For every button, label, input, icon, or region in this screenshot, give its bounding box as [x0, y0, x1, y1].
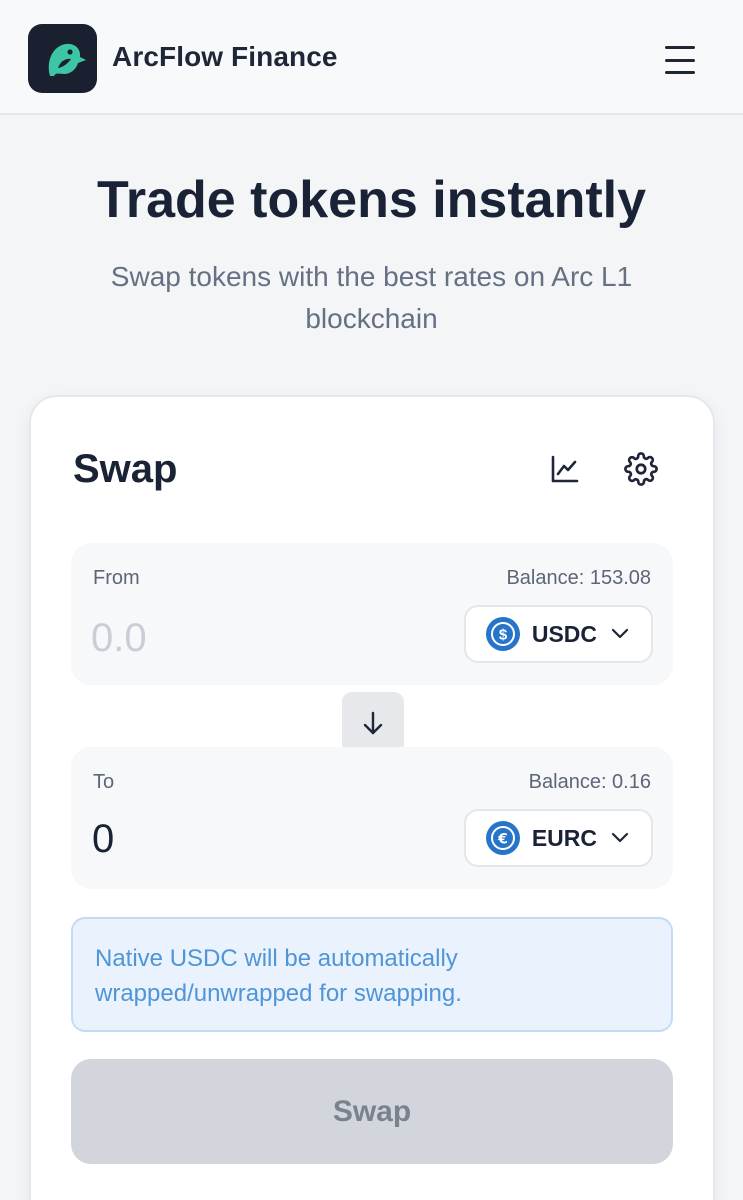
swap-card: Swap From Balance: 153.08 $ — [29, 395, 715, 1200]
to-amount: 0 — [92, 817, 115, 861]
from-token-symbol: USDC — [531, 620, 597, 647]
menu-bar — [665, 71, 695, 74]
to-balance: Balance: 0.16 — [528, 771, 651, 793]
page-title: Trade tokens instantly — [96, 171, 647, 229]
menu-bar — [665, 58, 695, 62]
brand-name: ArcFlow Finance — [112, 41, 338, 72]
svg-text:$: $ — [499, 627, 508, 644]
from-balance: Balance: 153.08 — [506, 567, 651, 589]
to-panel: To Balance: 0.16 0 € EURC — [71, 747, 673, 889]
to-token-select[interactable]: € EURC — [463, 809, 653, 867]
bird-logo-icon[interactable] — [28, 24, 97, 93]
hamburger-menu-icon[interactable] — [658, 40, 702, 80]
arrow-down-icon — [363, 711, 383, 735]
from-token-select[interactable]: $ USDC — [463, 605, 653, 663]
switch-direction-button[interactable] — [342, 692, 404, 754]
svg-text:€: € — [497, 832, 508, 848]
from-panel: From Balance: 153.08 $ USDC — [71, 543, 673, 685]
chevron-down-icon — [611, 628, 629, 639]
wrap-info-notice: Native USDC will be automatically wrappe… — [71, 917, 673, 1032]
to-token-symbol: EURC — [531, 824, 597, 851]
menu-bar — [665, 46, 695, 49]
chevron-down-icon — [611, 832, 629, 843]
page: ArcFlow Finance Trade tokens instantly S… — [0, 0, 743, 1200]
usdc-dollar-icon: $ — [485, 617, 520, 651]
gear-icon[interactable] — [619, 447, 663, 491]
swap-title: Swap — [73, 447, 178, 491]
app-header: ArcFlow Finance — [0, 0, 743, 115]
eurc-euro-icon: € — [485, 821, 520, 855]
swap-submit-button[interactable]: Swap — [71, 1059, 673, 1164]
from-label: From — [93, 567, 140, 589]
page-subtitle: Swap tokens with the best rates on Arc L… — [110, 261, 633, 334]
to-label: To — [93, 771, 115, 793]
chart-icon[interactable] — [543, 447, 587, 491]
from-amount-input[interactable] — [91, 613, 391, 663]
